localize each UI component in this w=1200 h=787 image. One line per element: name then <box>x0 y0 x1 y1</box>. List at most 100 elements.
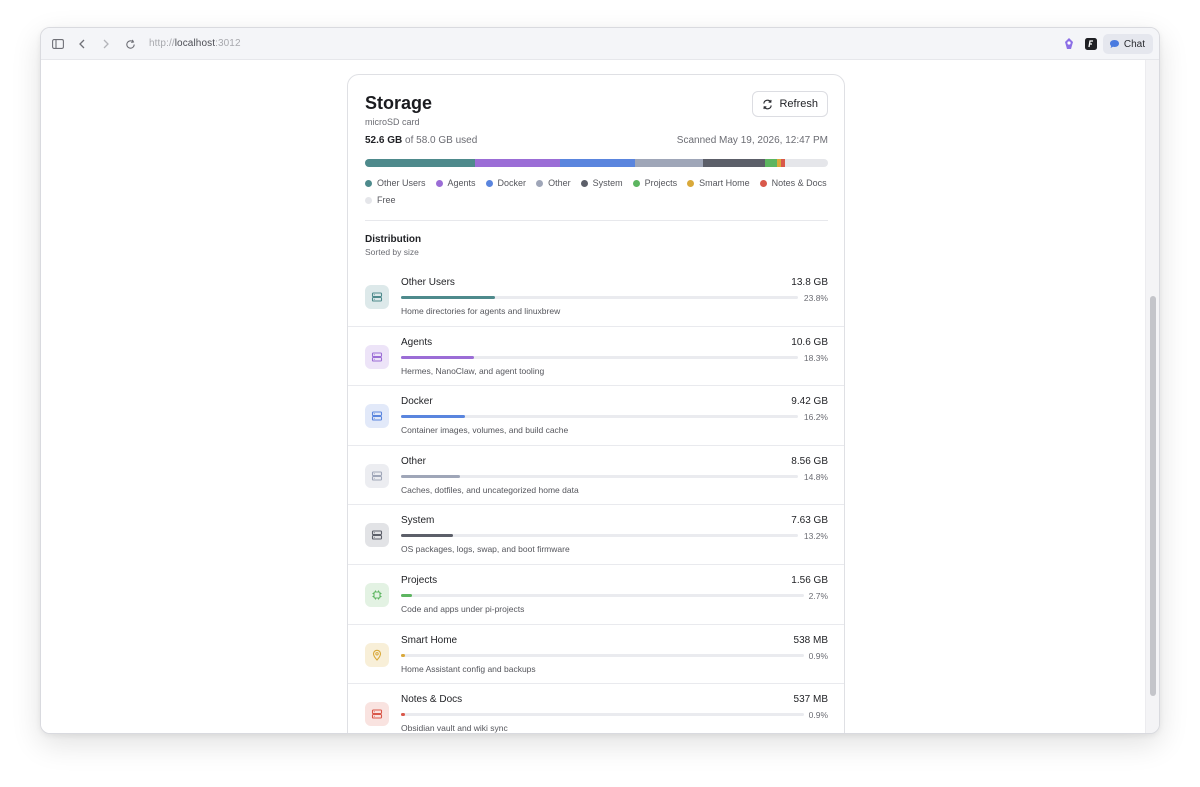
list-item[interactable]: Agents 10.6 GB 18.3% Hermes, NanoClaw, and … <box>348 327 844 387</box>
item-description: OS packages, logs, swap, and boot firmwa… <box>401 544 570 555</box>
extension-icon[interactable] <box>1062 37 1076 51</box>
storage-card: Storage microSD card Refresh 52.6 GB of … <box>347 74 845 734</box>
legend: Other Users Agents Docker Other System Projec… <box>365 178 835 205</box>
usage-segment <box>634 159 704 167</box>
item-name: Other <box>401 455 427 467</box>
chat-button[interactable]: Chat <box>1102 34 1153 54</box>
usage-summary: 52.6 GB of 58.0 GB used <box>365 135 477 146</box>
legend-label: Other <box>548 178 571 188</box>
item-progress-fill <box>401 296 496 299</box>
address-bar[interactable]: http://localhost:3012 <box>149 38 241 49</box>
browser-toolbar: http://localhost:3012 Chat <box>41 28 1159 60</box>
sidebar-toggle-icon[interactable] <box>51 37 65 51</box>
item-progress-track <box>401 534 798 538</box>
item-description: Caches, dotfiles, and uncategorized home… <box>401 484 579 495</box>
refresh-icon <box>763 99 773 109</box>
server-icon <box>365 344 389 369</box>
item-progress-fill <box>401 355 474 359</box>
item-name: Notes & Docs <box>401 694 463 706</box>
server-icon <box>365 702 389 727</box>
legend-item: Other <box>536 178 571 188</box>
item-description: Obsidian vault and wiki sync <box>401 723 508 734</box>
item-percent: 13.2% <box>803 531 828 542</box>
legend-label: Notes & Docs <box>771 178 827 188</box>
item-description: Hermes, NanoClaw, and agent tooling <box>401 365 545 376</box>
legend-dot <box>365 179 372 187</box>
forward-icon[interactable] <box>99 37 113 51</box>
divider <box>365 220 828 221</box>
item-name: Agents <box>401 336 433 348</box>
item-progress-fill <box>401 713 405 717</box>
item-percent: 0.9% <box>808 710 828 721</box>
legend-label: Agents <box>447 178 476 188</box>
usage-segment <box>475 159 560 167</box>
list-item[interactable]: Notes & Docs 537 MB 0.9% Obsidian vault and… <box>348 684 844 734</box>
item-progress-track <box>401 415 798 419</box>
browser-window: http://localhost:3012 Chat Storage micro… <box>40 27 1160 734</box>
list-item[interactable]: Other 8.56 GB 14.8% Caches, dotfiles, and u… <box>348 446 844 506</box>
usage-segment <box>764 159 778 167</box>
total-amount: of 58.0 GB used <box>405 135 478 146</box>
list-item[interactable]: Smart Home 538 MB 0.9% Home Assistant confi… <box>348 625 844 685</box>
page-title: Storage <box>365 93 433 113</box>
item-progress-fill <box>401 415 466 419</box>
item-size: 10.6 GB <box>791 336 828 348</box>
legend-item: Smart Home <box>687 178 750 188</box>
server-icon <box>365 463 389 488</box>
legend-label: System <box>592 178 623 188</box>
list-item[interactable]: Other Users 13.8 GB 23.8% Home directories … <box>348 267 844 327</box>
legend-dot <box>435 179 443 187</box>
legend-label: Docker <box>497 178 527 188</box>
item-size: 537 MB <box>793 694 828 706</box>
item-progress-fill <box>401 593 412 597</box>
url-port: :3012 <box>215 38 241 49</box>
usage-segment <box>559 159 635 167</box>
url-host: localhost <box>174 38 216 49</box>
item-progress-track <box>401 593 804 597</box>
item-description: Code and apps under pi-projects <box>401 603 525 614</box>
item-description: Home directories for agents and linuxbre… <box>401 306 561 316</box>
item-progress-fill <box>401 653 405 657</box>
extension-icon[interactable] <box>1084 37 1098 51</box>
scrollbar-thumb[interactable] <box>1150 296 1156 696</box>
list-item[interactable]: Projects 1.56 GB 2.7% Code and apps under p… <box>348 565 844 625</box>
chat-label: Chat <box>1123 38 1145 50</box>
item-percent: 2.7% <box>808 590 828 601</box>
usage-segment <box>365 159 476 167</box>
item-progress-track <box>401 474 798 478</box>
page-viewport: Storage microSD card Refresh 52.6 GB of … <box>41 60 1147 734</box>
item-progress-fill <box>401 534 454 538</box>
item-progress-track <box>401 713 804 717</box>
distribution-list: Other Users 13.8 GB 23.8% Home directories … <box>348 267 844 734</box>
list-item[interactable]: Docker 9.42 GB 16.2% Container images, volu… <box>348 386 844 446</box>
scrollbar[interactable] <box>1145 60 1159 733</box>
item-name: System <box>401 515 435 527</box>
item-size: 538 MB <box>793 634 828 646</box>
item-percent: 16.2% <box>803 412 828 423</box>
url-scheme: http:// <box>149 38 175 49</box>
used-amount: 52.6 GB <box>365 135 403 146</box>
refresh-button[interactable]: Refresh <box>752 91 828 117</box>
item-name: Projects <box>401 574 438 586</box>
reload-icon[interactable] <box>123 37 137 51</box>
legend-dot <box>632 179 640 187</box>
item-name: Other Users <box>401 277 455 288</box>
distribution-subtitle: Sorted by size <box>365 247 419 257</box>
item-name: Docker <box>401 396 433 408</box>
location-pin-icon <box>365 642 389 667</box>
refresh-label: Refresh <box>779 98 818 110</box>
scan-timestamp: Scanned May 19, 2026, 12:47 PM <box>676 135 828 146</box>
item-progress-track <box>401 355 798 359</box>
server-icon <box>365 285 389 309</box>
back-icon[interactable] <box>75 37 89 51</box>
item-progress-fill <box>401 474 460 478</box>
legend-dot <box>580 179 588 187</box>
item-percent: 14.8% <box>803 471 828 482</box>
legend-item: Projects <box>632 178 677 188</box>
list-item[interactable]: System 7.63 GB 13.2% OS packages, logs, swa… <box>348 505 844 565</box>
legend-item: Docker <box>485 178 527 188</box>
distribution-title: Distribution <box>365 234 422 245</box>
item-progress-track <box>401 296 798 299</box>
legend-item: System <box>580 178 623 188</box>
item-size: 9.42 GB <box>791 396 828 408</box>
